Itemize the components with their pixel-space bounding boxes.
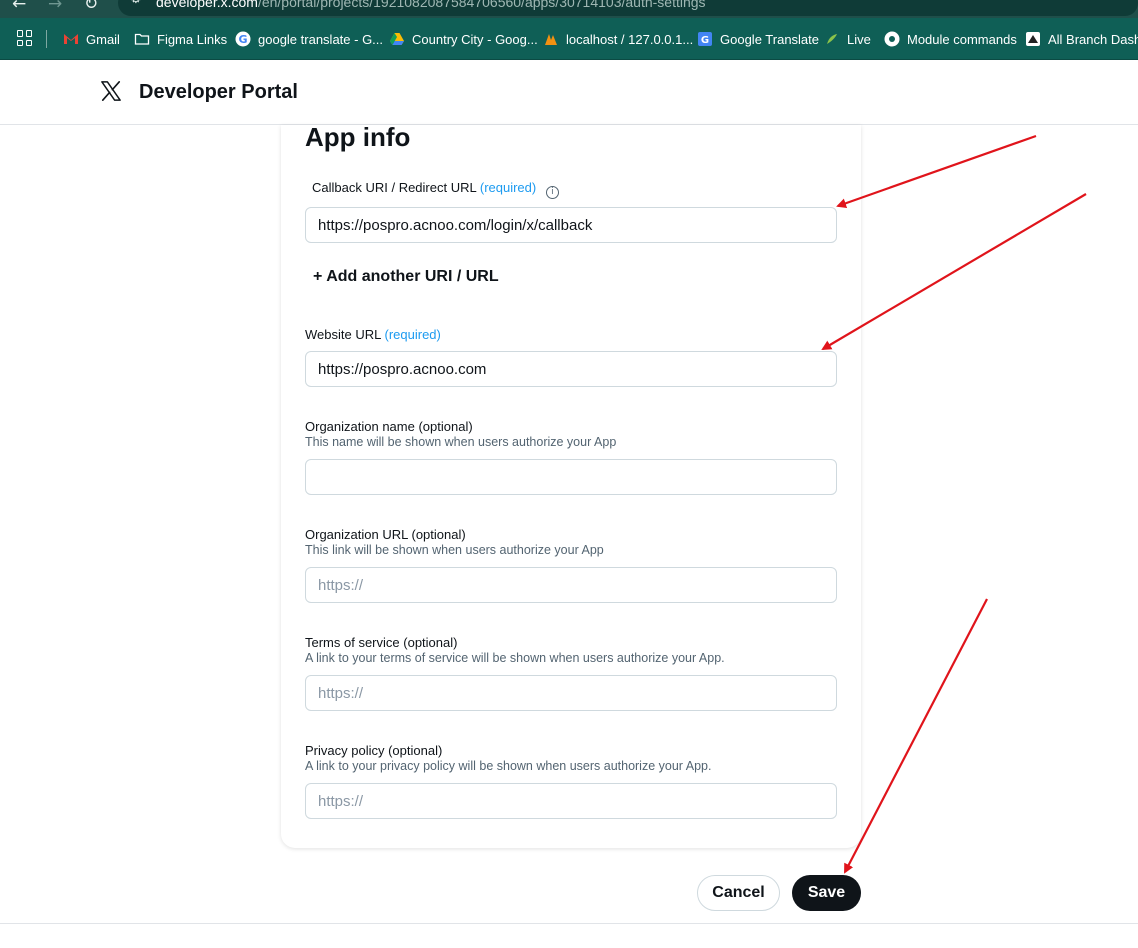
apps-grid-icon[interactable] — [17, 30, 33, 46]
section-title: App info — [305, 122, 411, 152]
required-tag: (required) — [479, 180, 537, 195]
add-another-uri-button[interactable]: + Add another URI / URL — [313, 268, 499, 286]
organization-url-input[interactable] — [305, 567, 837, 603]
bookmark-label: Gmail — [86, 31, 120, 47]
app-info-card: App info Callback URI / Redirect URL (re… — [281, 122, 861, 848]
bookmark-label: Country City - Goog... — [412, 31, 538, 47]
bookmarks-divider — [46, 30, 47, 48]
bookmark-label: Module commands — [907, 31, 1017, 47]
optional-tag: (optional) — [418, 419, 473, 434]
terms-of-service-label: Terms of service (optional) — [305, 635, 457, 650]
optional-tag: (optional) — [388, 743, 443, 758]
svg-text:G: G — [238, 33, 247, 46]
bookmark-module-commands[interactable]: Module commands — [884, 29, 1017, 49]
x-logo-icon[interactable] — [100, 80, 122, 102]
bookmark-label: localhost / 127.0.0.1... — [566, 31, 694, 47]
callback-url-input[interactable] — [305, 207, 837, 243]
bookmarks-bar: Gmail Figma Links G google translate - G… — [0, 18, 1138, 60]
annotation-arrow — [836, 134, 1037, 209]
privacy-policy-label: Privacy policy (optional) — [305, 743, 442, 758]
privacy-policy-input[interactable] — [305, 783, 837, 819]
bookmark-figma-links[interactable]: Figma Links — [134, 29, 227, 49]
bookmark-label: All Branch Dashbo — [1048, 31, 1138, 47]
live-icon — [827, 34, 837, 44]
folder-icon — [134, 33, 150, 45]
bookmark-gmail[interactable]: Gmail — [63, 29, 120, 49]
label-text: Organization URL — [305, 527, 408, 542]
label-text: Terms of service — [305, 635, 400, 650]
optional-tag: (optional) — [403, 635, 458, 650]
google-drive-icon — [390, 33, 404, 45]
annotation-arrow — [844, 598, 988, 874]
website-url-input[interactable] — [305, 351, 837, 387]
organization-url-label: Organization URL (optional) — [305, 527, 466, 542]
bookmark-live[interactable]: Live — [824, 29, 871, 49]
arrow-right-icon[interactable]: → — [48, 0, 62, 14]
bookmark-country-city[interactable]: Country City - Goog... — [389, 29, 538, 49]
reload-icon[interactable]: ↻ — [84, 0, 98, 14]
arrow-left-icon[interactable]: ← — [12, 0, 26, 14]
bookmark-label: google translate - G... — [258, 31, 384, 47]
label-text: Callback URI / Redirect URL — [312, 180, 477, 195]
label-text: Website URL — [305, 327, 381, 342]
required-tag: (required) — [384, 327, 441, 342]
google-icon: G — [235, 31, 251, 47]
organization-name-label: Organization name (optional) — [305, 419, 473, 434]
callback-url-label: Callback URI / Redirect URL (required) i — [312, 180, 559, 199]
page-title: Developer Portal — [139, 81, 298, 103]
gmail-icon — [64, 34, 78, 44]
bookmark-label: Figma Links — [157, 31, 228, 47]
bookmark-localhost[interactable]: localhost / 127.0.0.1... — [543, 29, 693, 49]
privacy-policy-help: A link to your privacy policy will be sh… — [305, 759, 712, 773]
organization-name-help: This name will be shown when users autho… — [305, 435, 617, 449]
site-settings-icon[interactable]: ⚙ — [130, 0, 142, 7]
footer-divider — [0, 923, 1138, 924]
label-text: Organization name — [305, 419, 415, 434]
phpmyadmin-icon — [545, 34, 557, 45]
bookmark-label: Google Translate — [720, 31, 820, 47]
terms-of-service-input[interactable] — [305, 675, 837, 711]
github-icon — [884, 31, 900, 47]
organization-name-input[interactable] — [305, 459, 837, 495]
google-translate-icon: G — [698, 32, 712, 46]
save-button[interactable]: Save — [792, 875, 861, 911]
website-url-label: Website URL (required) — [305, 327, 441, 342]
bookmark-google-translate-search[interactable]: G google translate - G... — [235, 29, 383, 49]
terms-of-service-help: A link to your terms of service will be … — [305, 651, 725, 665]
label-text: Privacy policy — [305, 743, 385, 758]
dashboard-icon — [1026, 32, 1040, 46]
portal-header: Developer Portal — [0, 60, 1138, 125]
cancel-button[interactable]: Cancel — [697, 875, 780, 911]
url-text[interactable]: developer.x.com/en/portal/projects/19210… — [156, 0, 706, 10]
bookmark-all-branch-dashboard[interactable]: All Branch Dashbo — [1025, 29, 1138, 49]
optional-tag: (optional) — [411, 527, 466, 542]
annotation-arrow — [821, 193, 1087, 351]
bookmark-label: Live — [847, 31, 871, 47]
organization-url-help: This link will be shown when users autho… — [305, 543, 604, 557]
bookmark-google-translate[interactable]: G Google Translate — [697, 29, 819, 49]
browser-toolbar: ← → ↻ ⚙ developer.x.com/en/portal/projec… — [0, 0, 1138, 18]
info-icon[interactable]: i — [545, 186, 559, 199]
svg-text:G: G — [701, 35, 709, 46]
